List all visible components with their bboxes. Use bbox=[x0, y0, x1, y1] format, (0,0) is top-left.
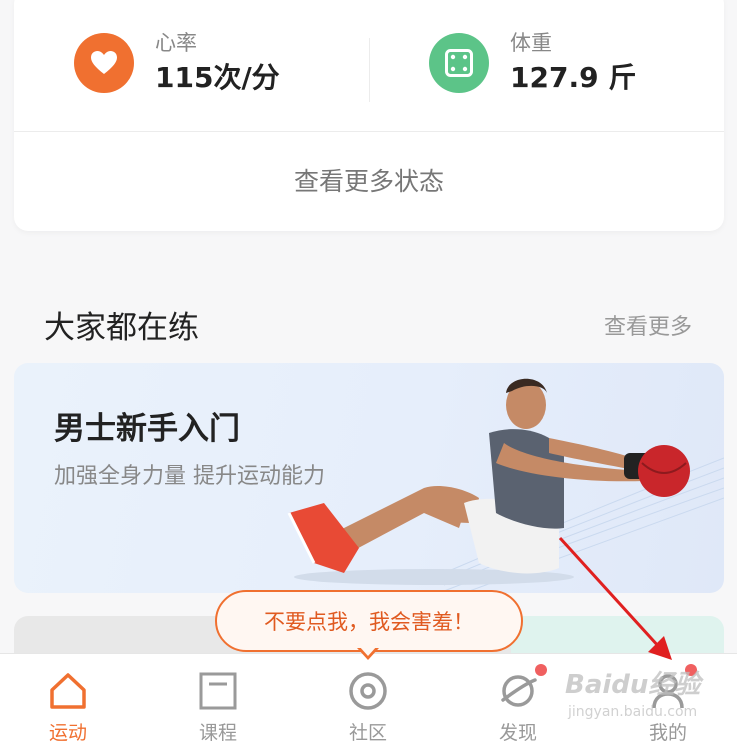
section-title: 大家都在练 bbox=[44, 310, 199, 346]
tooltip-tail bbox=[357, 646, 379, 660]
weight-stat[interactable]: 体重 127.9 斤 bbox=[429, 30, 636, 96]
heart-rate-label: 心率 bbox=[155, 31, 197, 55]
tab-sport[interactable]: 运动 bbox=[8, 654, 128, 748]
stat-divider bbox=[369, 38, 370, 102]
tab-label: 社区 bbox=[348, 722, 387, 744]
tab-label: 课程 bbox=[198, 722, 237, 744]
scale-icon bbox=[429, 33, 489, 93]
watermark-url: jingyan.baidu.com bbox=[568, 704, 698, 720]
card-divider bbox=[14, 131, 724, 132]
tab-community[interactable]: 社区 bbox=[308, 654, 428, 748]
course-title: 男士新手入门 bbox=[54, 411, 240, 447]
community-tooltip: 不要点我，我会害羞！ bbox=[215, 590, 523, 652]
health-stats-card: 心率 115次/分 体重 127.9 斤 查看更多状态 bbox=[14, 0, 724, 231]
athlete-illustration bbox=[287, 378, 724, 593]
discover-icon bbox=[497, 664, 547, 712]
tab-discover[interactable]: 发现 bbox=[458, 654, 578, 748]
course-icon bbox=[197, 670, 239, 712]
heart-rate-value: 115次/分 bbox=[155, 61, 280, 94]
tooltip-text: 不要点我，我会害羞！ bbox=[264, 610, 474, 634]
tab-label: 我的 bbox=[648, 722, 687, 744]
watermark-brand: Baidu经验 bbox=[565, 670, 701, 700]
more-status-link[interactable]: 查看更多状态 bbox=[14, 162, 724, 198]
weight-value: 127.9 斤 bbox=[510, 61, 637, 94]
weight-label: 体重 bbox=[510, 31, 552, 55]
tab-label: 运动 bbox=[48, 722, 87, 744]
community-icon bbox=[347, 670, 389, 712]
course-subtitle: 加强全身力量 提升运动能力 bbox=[54, 464, 325, 489]
heart-icon bbox=[74, 33, 134, 93]
tab-label: 发现 bbox=[498, 722, 537, 744]
notification-dot bbox=[535, 664, 547, 676]
section-more-link[interactable]: 查看更多 bbox=[604, 309, 692, 341]
heart-rate-stat[interactable]: 心率 115次/分 bbox=[74, 30, 280, 96]
home-icon bbox=[47, 670, 89, 712]
course-card[interactable]: 男士新手入门 加强全身力量 提升运动能力 bbox=[14, 363, 724, 593]
tab-course[interactable]: 课程 bbox=[158, 654, 278, 748]
